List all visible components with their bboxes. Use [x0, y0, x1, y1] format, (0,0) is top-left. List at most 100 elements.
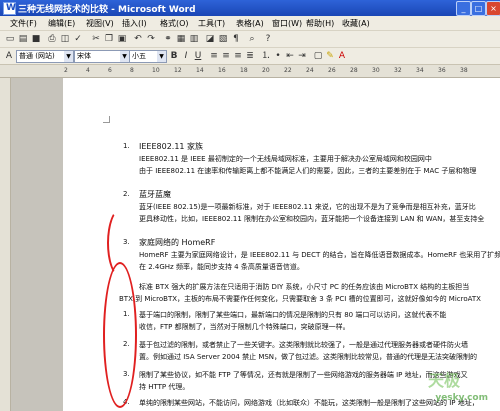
menu-table[interactable]: 表格(A) — [236, 18, 264, 29]
menu-view[interactable]: 视图(V) — [86, 18, 114, 29]
menu-window[interactable]: 窗口(W) — [272, 18, 302, 29]
ruler-tick: 38 — [460, 67, 468, 74]
list-number: 2. — [123, 190, 130, 198]
menu-help[interactable]: 帮助(H) — [306, 18, 334, 29]
print-icon[interactable]: ⎙ — [46, 33, 58, 45]
chevron-down-icon[interactable]: ▼ — [64, 51, 73, 62]
zoom-icon[interactable]: ⌕ — [246, 33, 258, 45]
menu-tools[interactable]: 工具(T) — [198, 18, 225, 29]
menu-insert[interactable]: 插入(I) — [122, 18, 147, 29]
word-icon[interactable]: W — [3, 2, 16, 15]
list-number: 1. — [123, 142, 130, 150]
ruler-tick: 14 — [196, 67, 204, 74]
print-preview-icon[interactable]: ◫ — [59, 33, 71, 45]
ruler-tick: 12 — [174, 67, 182, 74]
menu-edit[interactable]: 编辑(E) — [48, 18, 75, 29]
cut-icon[interactable]: ✂ — [90, 33, 102, 45]
paragraph-line: 基于包过滤的限制，或者禁止了一些关键字。这类限制就比较强了，一般是通过代理服务器… — [139, 341, 468, 349]
open-folder-icon[interactable]: ▤ — [17, 33, 29, 45]
undo-icon[interactable]: ↶ — [132, 33, 144, 45]
ruler-tick: 26 — [328, 67, 336, 74]
paragraph-line: 由于 IEEE802.11 在速率和传输距离上都不能满足人们的需要，因此，三者的… — [139, 167, 477, 175]
menu-favorites[interactable]: 收藏(A) — [342, 18, 370, 29]
title-bar: W 三种无线网技术的比较 - Microsoft Word _ □ × — [0, 0, 500, 16]
underline-icon[interactable]: U — [192, 50, 204, 62]
style-value: 普通 (网站) — [19, 52, 55, 60]
hyperlink-icon[interactable]: ⚭ — [162, 33, 174, 45]
highlight-icon[interactable]: ✎ — [324, 50, 336, 62]
bullets-icon[interactable]: • — [272, 50, 284, 62]
standard-toolbar: ▭ ▤ ■ ⎙ ◫ ✓ ✂ ❐ ▣ ↶ ↷ ⚭ ▦ ▥ ◪ ▧ ¶ ⌕ ? — [0, 31, 500, 48]
style-dropdown[interactable]: 普通 (网站) ▼ — [16, 50, 74, 63]
font-dropdown[interactable]: 宋体 ▼ — [74, 50, 130, 63]
decrease-indent-icon[interactable]: ⇤ — [284, 50, 296, 62]
paragraph-line: 在 2.4GHz 频率，能同步支持 4 条高质量语音信道。 — [139, 263, 304, 271]
horizontal-ruler[interactable]: 2 4 6 8 10 12 14 16 18 20 22 24 26 28 30… — [0, 65, 500, 78]
ruler-tick: 24 — [306, 67, 314, 74]
ruler-tick: 20 — [262, 67, 270, 74]
paragraph-line: 收信，FTP 都限制了，当然对于限制几个特殊端口，突破原理一样。 — [139, 323, 350, 331]
table-icon[interactable]: ▦ — [175, 33, 187, 45]
bold-icon[interactable]: B — [168, 50, 180, 62]
close-button[interactable]: × — [486, 1, 500, 16]
drawing-icon[interactable]: ◪ — [204, 33, 216, 45]
justify-icon[interactable]: ≣ — [244, 50, 256, 62]
document-page[interactable]: 1. IEEE802.11 家族 IEEE802.11 是 IEEE 最初制定的… — [63, 78, 500, 411]
increase-indent-icon[interactable]: ⇥ — [296, 50, 308, 62]
ruler-tick: 8 — [130, 67, 134, 74]
watermark-url: yesky.com — [435, 393, 488, 403]
ruler-tick: 34 — [416, 67, 424, 74]
vertical-ruler[interactable] — [0, 78, 11, 411]
maximize-button[interactable]: □ — [471, 1, 486, 16]
help-icon[interactable]: ? — [262, 33, 274, 45]
ruler-tick: 32 — [394, 67, 402, 74]
window-title: 三种无线网技术的比较 - Microsoft Word — [18, 5, 196, 15]
section-heading: IEEE802.11 家族 — [139, 142, 204, 151]
section-heading: 蓝牙蓝魔 — [139, 190, 171, 199]
align-right-icon[interactable]: ≡ — [232, 50, 244, 62]
spelling-icon[interactable]: ✓ — [72, 33, 84, 45]
paragraph-line: 蓝牙(IEEE 802.15)是一项最新标准，对于 IEEE802.11 来说，… — [139, 203, 476, 211]
columns-icon[interactable]: ▥ — [188, 33, 200, 45]
paragraph-line: 持 HTTP 代理。 — [139, 383, 190, 391]
numbering-icon[interactable]: ⒈ — [260, 50, 272, 62]
document-map-icon[interactable]: ▧ — [217, 33, 229, 45]
annotation-arc — [107, 208, 135, 278]
ruler-tick: 6 — [108, 67, 112, 74]
redo-icon[interactable]: ↷ — [145, 33, 157, 45]
italic-icon[interactable]: I — [180, 50, 192, 62]
border-icon[interactable]: ▢ — [312, 50, 324, 62]
save-icon[interactable]: ■ — [30, 33, 42, 45]
styles-pane-icon[interactable]: A — [3, 50, 15, 62]
ruler-tick: 2 — [64, 67, 68, 74]
paste-icon[interactable]: ▣ — [116, 33, 128, 45]
annotation-ellipse — [103, 262, 137, 408]
menu-bar: 文件(F) 编辑(E) 视图(V) 插入(I) 格式(O) 工具(T) 表格(A… — [0, 16, 500, 31]
font-color-icon[interactable]: A — [336, 50, 348, 62]
new-document-icon[interactable]: ▭ — [4, 33, 16, 45]
copy-icon[interactable]: ❐ — [103, 33, 115, 45]
paragraph-line: 更具移动性，比如，IEEE802.11 限制在办公室和校园内，蓝牙能把一个设备连… — [139, 215, 485, 223]
align-left-icon[interactable]: ≡ — [208, 50, 220, 62]
minimize-button[interactable]: _ — [456, 1, 471, 16]
size-value: 小五 — [132, 52, 146, 60]
ruler-tick: 16 — [218, 67, 226, 74]
paragraph-line: 置。例如通过 ISA Server 2004 禁止 MSN，做了包过滤。这类限制… — [139, 353, 478, 361]
show-hide-icon[interactable]: ¶ — [230, 33, 242, 45]
menu-format[interactable]: 格式(O) — [160, 18, 189, 29]
crop-mark — [103, 116, 110, 123]
ruler-tick: 22 — [284, 67, 292, 74]
paragraph-line: HomeRF 主要为家庭网络设计，是 IEEE802.11 与 DECT 的结合… — [139, 251, 500, 259]
chevron-down-icon[interactable]: ▼ — [120, 51, 129, 62]
ruler-tick: 18 — [240, 67, 248, 74]
watermark-logo: 天极 — [427, 371, 460, 390]
align-center-icon[interactable]: ≡ — [220, 50, 232, 62]
chevron-down-icon[interactable]: ▼ — [157, 51, 166, 62]
section-heading: 家庭网络的 HomeRF — [139, 238, 216, 247]
paragraph-line: 标准 BTX 强大的扩展方法在只适用于消防 DIY 系统，小尺寸 PC 的任务应… — [139, 283, 470, 291]
ruler-tick: 30 — [372, 67, 380, 74]
font-size-dropdown[interactable]: 小五 ▼ — [129, 50, 167, 63]
ruler-tick: 10 — [152, 67, 160, 74]
menu-file[interactable]: 文件(F) — [10, 18, 37, 29]
paragraph-line: BTX 到 MicroBTX，主板的布局不需要作任何变化，只需要取舍 3 条 P… — [119, 295, 481, 303]
